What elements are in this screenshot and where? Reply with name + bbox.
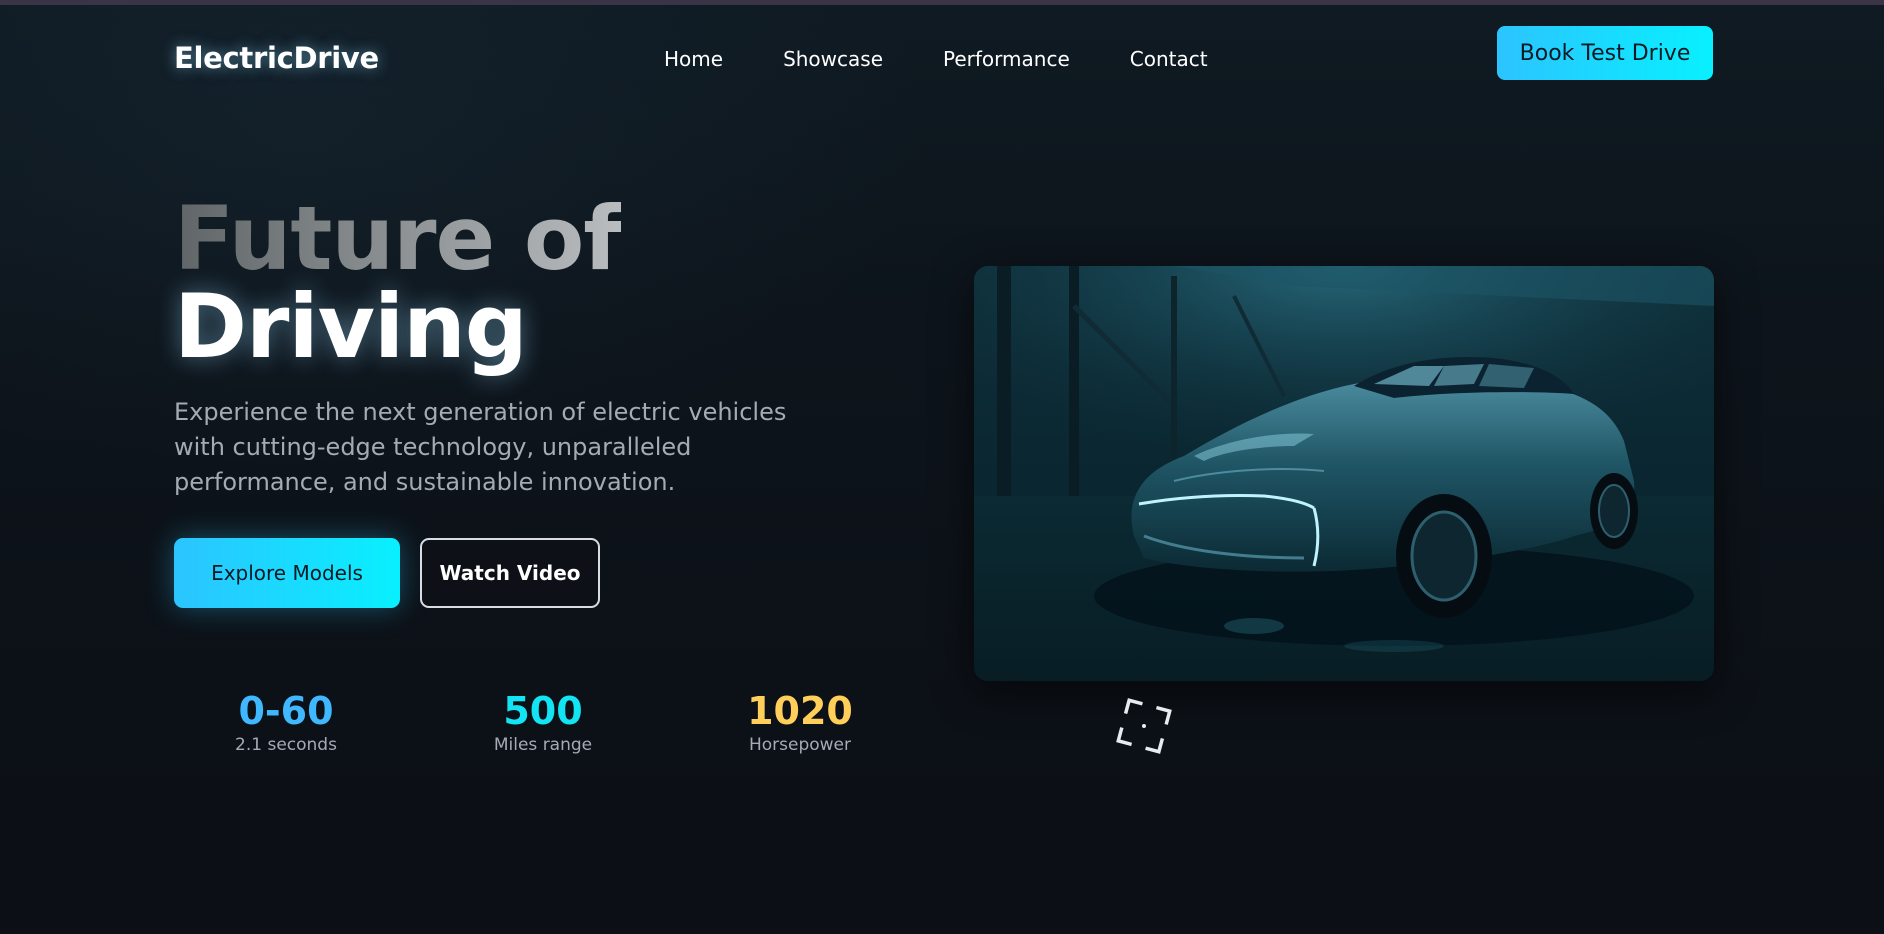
nav-links: Home Showcase Performance Contact (664, 47, 1208, 71)
hero-subtitle: Experience the next generation of electr… (174, 398, 787, 496)
stat-value: 0-60 (238, 689, 334, 733)
nav-link-home[interactable]: Home (664, 47, 723, 71)
stat-acceleration: 0-60 2.1 seconds (176, 689, 396, 755)
focus-frame-icon[interactable] (1115, 697, 1173, 755)
landing-page: ElectricDrive Home Showcase Performance … (0, 0, 1884, 934)
focus-frame-svg (1116, 698, 1172, 754)
car-illustration (974, 266, 1714, 681)
stat-horsepower: 1020 Horsepower (690, 689, 910, 755)
stat-value: 1020 (747, 689, 853, 733)
stat-label: 2.1 seconds (235, 735, 337, 755)
stat-range: 500 Miles range (433, 689, 653, 755)
stat-label: Horsepower (748, 735, 852, 755)
nav-link-performance[interactable]: Performance (943, 47, 1070, 71)
car-showcase-image (974, 266, 1714, 681)
brand-logo[interactable]: ElectricDrive (174, 41, 379, 75)
nav-link-showcase[interactable]: Showcase (783, 47, 883, 71)
hero-title-line-2: Driving (174, 275, 528, 378)
hero-title-line-1: Future of (174, 187, 622, 290)
top-navigation: ElectricDrive Home Showcase Performance … (0, 5, 1884, 109)
book-test-drive-button[interactable]: Book Test Drive (1497, 26, 1713, 80)
stat-label: Miles range (493, 735, 593, 755)
nav-link-contact[interactable]: Contact (1130, 47, 1208, 71)
hero-title: Future of Driving (174, 187, 622, 378)
explore-models-button[interactable]: Explore Models (174, 538, 400, 608)
stat-value: 500 (503, 689, 583, 733)
watch-video-button[interactable]: Watch Video (420, 538, 600, 608)
